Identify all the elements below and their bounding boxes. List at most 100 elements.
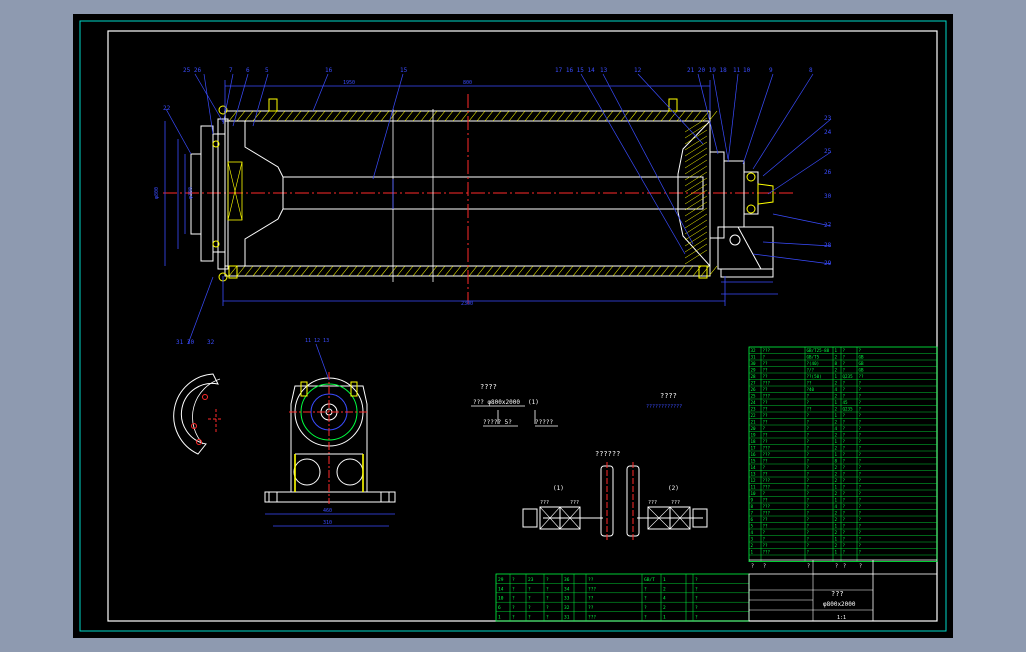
bom-cell: 45	[843, 400, 849, 405]
svg-text:2300: 2300	[461, 301, 473, 307]
bom-cell: ?	[859, 472, 862, 477]
bom-cell: 4	[835, 426, 838, 431]
bom-cell: ???	[763, 504, 771, 509]
detail-left-label: (1)	[553, 485, 564, 492]
bom-cell: ?	[859, 426, 862, 431]
svg-text:φ800: φ800	[154, 187, 160, 199]
detail-left-a: ???	[540, 500, 549, 506]
bom-cell: 5	[751, 524, 754, 529]
bom-cell: GB/T25-88	[807, 348, 830, 353]
balloon: 11	[733, 67, 741, 74]
bom-cell: 1	[835, 498, 838, 503]
bom-cell: ?	[843, 355, 846, 360]
bom-cell: 25	[751, 394, 757, 399]
bom-cell: ???	[588, 586, 596, 592]
bom-cell: ?	[695, 586, 698, 592]
bom-cell: ?	[807, 485, 810, 490]
bom-cell: 2	[835, 530, 838, 535]
bom-cell: ?	[843, 472, 846, 477]
bom-cell: 26	[751, 387, 757, 392]
bom-cell: ?(40)	[807, 361, 820, 366]
bom-cell: ?	[512, 596, 515, 602]
bom-cell: ?	[512, 605, 515, 611]
bom-cell: ?	[807, 452, 810, 457]
bom-cell: 21	[751, 420, 757, 425]
bom-cell: 31	[751, 355, 757, 360]
bom-cell: ???	[588, 615, 596, 621]
balloon: 32	[207, 339, 215, 346]
bom-cell: ?	[512, 615, 515, 621]
bom-cell: Q235	[843, 407, 854, 412]
bom-cell: ??	[763, 413, 769, 418]
bom-cell: GB	[859, 368, 865, 373]
bom-cell: 2	[835, 511, 838, 516]
bom-cell: 1	[663, 577, 666, 583]
bom-cell: 6	[751, 517, 754, 522]
bom-cell: ?	[859, 478, 862, 483]
bom-cell: ?	[843, 543, 846, 548]
detail-right-a: ???	[648, 500, 657, 506]
balloon: 30	[824, 193, 832, 200]
bom-cell: 8	[835, 459, 838, 464]
balloon: 5	[265, 67, 269, 74]
bom-cell: ?	[843, 530, 846, 535]
bom-cell: ?	[859, 407, 862, 412]
bom-cell: ??	[763, 472, 769, 477]
tech-requirements-title: ????	[660, 392, 677, 400]
bom-header-cell: ?	[843, 564, 846, 570]
balloon: 12	[634, 67, 642, 74]
bom-cell: 18	[751, 439, 757, 444]
bom-cell: 2	[835, 420, 838, 425]
bom-cell: ?	[843, 446, 846, 451]
bom-cell: ?	[512, 586, 515, 592]
bom-cell: 10	[751, 491, 757, 496]
bom-cell: ??	[588, 596, 594, 602]
bom-cell: 2	[663, 605, 666, 611]
bom-cell: ?	[859, 420, 862, 425]
bom-cell: 4	[835, 387, 838, 392]
bom-header-cell: ?	[751, 564, 754, 570]
bom-cell: ?	[859, 394, 862, 399]
bom-cell: ?	[546, 586, 549, 592]
cad-viewport[interactable]: 1950 800 2300 φ800 φ300 25 26 7 6 5 16 1…	[73, 14, 953, 638]
bom-cell: 1	[663, 615, 666, 621]
bom-cell: GB	[859, 361, 865, 366]
spec-note-2: ????? 5?	[483, 419, 512, 426]
bom-cell: ?	[859, 485, 862, 490]
drawing-model: φ800x2000	[823, 601, 856, 608]
balloon: 10	[743, 67, 751, 74]
spec-model-label: ??? φ800x2000	[473, 399, 520, 406]
bom-header-cell: ?	[859, 564, 862, 570]
bom-cell: ?	[843, 459, 846, 464]
bom-cell: 14	[751, 465, 757, 470]
bom-cell: ?	[859, 446, 862, 451]
bom-cell: ???	[763, 452, 771, 457]
split-ring-view	[173, 373, 223, 455]
bom-cell: ?	[807, 478, 810, 483]
bom-cell: 1	[835, 413, 838, 418]
bom-cell: 2	[835, 433, 838, 438]
bom-cell: ?	[859, 452, 862, 457]
bom-cell: 34	[564, 586, 570, 592]
bom-cell: 4	[751, 530, 754, 535]
bom-cell: ?	[546, 577, 549, 583]
bom-cell: ?	[843, 504, 846, 509]
bom-cell: ?	[843, 433, 846, 438]
bom-cell: ?	[528, 596, 531, 602]
bom-cell: ?	[807, 511, 810, 516]
balloon: 6	[246, 67, 250, 74]
balloon: 8	[809, 67, 813, 74]
bom-cell: 1	[835, 400, 838, 405]
bom-cell: 4	[835, 504, 838, 509]
bom-cell: ??	[763, 498, 769, 503]
bom-cell: ??	[763, 387, 769, 392]
bom-cell: ?	[843, 439, 846, 444]
bom-cell: ?	[859, 413, 862, 418]
bom-cell: 2	[835, 368, 838, 373]
bom-cell: ?	[644, 596, 647, 602]
bom-cell: 22	[751, 413, 757, 418]
bom-cell: 6	[498, 605, 501, 611]
bom-cell: ?	[859, 537, 862, 542]
bom-cell: ?	[807, 439, 810, 444]
bom-cell: 2	[835, 478, 838, 483]
